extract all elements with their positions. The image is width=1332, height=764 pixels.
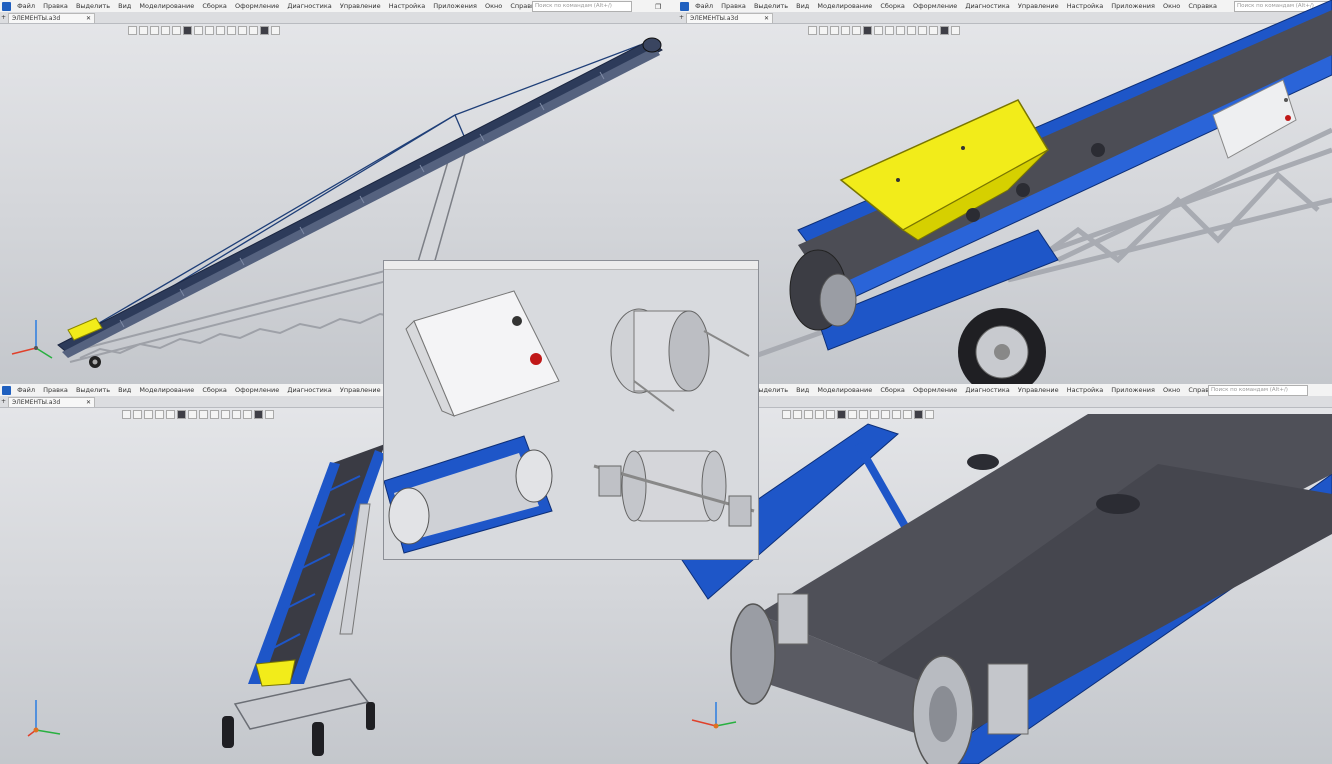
viewport-top-right[interactable]: Файл Правка Выделить Вид Моделирование С… [678, 0, 1332, 384]
hopper-closeup-view [757, 0, 1332, 384]
parts-inset-view [383, 260, 759, 560]
axis-triad-icon [11, 320, 53, 359]
drum-section-part [384, 435, 553, 554]
axis-triad-icon [27, 700, 61, 737]
drive-drum-closeup-view [678, 414, 1332, 764]
tail-drum-part [593, 450, 755, 527]
control-box-part [405, 290, 560, 417]
motor-drum-part [610, 308, 750, 412]
viewport-bottom-right[interactable]: Файл Правка Выделить Вид Моделирование С… [678, 384, 1332, 764]
axis-triad-icon [691, 702, 737, 729]
parts-render [384, 290, 755, 554]
